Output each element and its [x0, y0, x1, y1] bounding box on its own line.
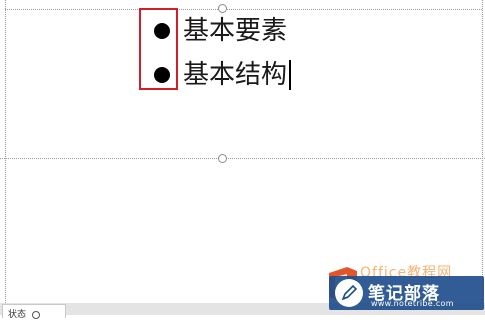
watermark-site-url: www.notetribe.com: [371, 299, 454, 308]
status-tab[interactable]: 状态: [2, 304, 66, 320]
placeholder-left-border: [5, 0, 6, 305]
bullet-text[interactable]: 基本要素: [183, 18, 287, 44]
resize-handle-bottom[interactable]: [218, 154, 227, 163]
status-tab-label: 状态: [8, 310, 27, 320]
placeholder-right-border: [482, 0, 483, 305]
text-cursor: [289, 60, 291, 90]
placeholder-bottom-border: [0, 158, 485, 159]
bullet-text[interactable]: 基本结构: [183, 62, 287, 88]
bullet-highlight-box: [139, 8, 178, 90]
pen-icon: [335, 279, 363, 307]
